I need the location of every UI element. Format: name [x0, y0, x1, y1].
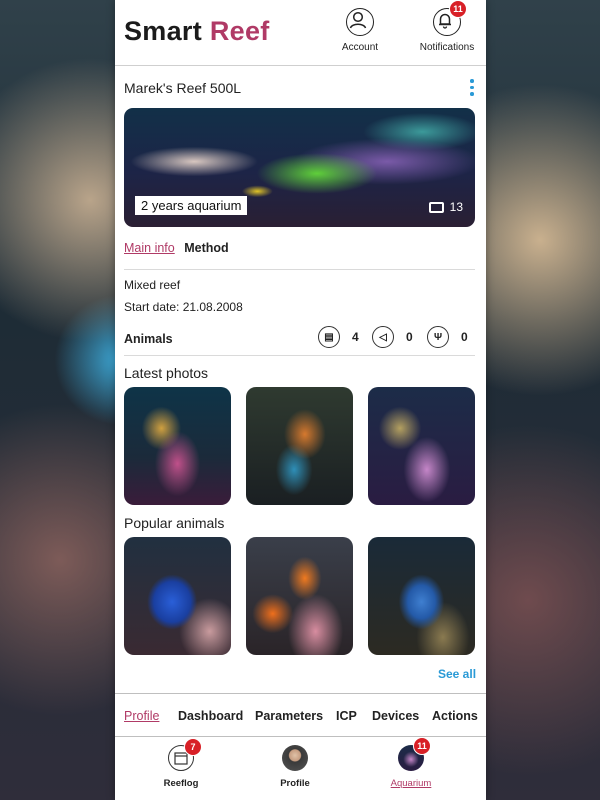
photo-count[interactable]: 13	[428, 200, 463, 214]
tab-actions[interactable]: Actions	[432, 709, 478, 723]
calendar-icon: 7	[168, 738, 202, 771]
aquarium-avatar: 11	[398, 737, 431, 771]
nav-aquarium-label: Aquarium	[390, 778, 432, 789]
notifications-button[interactable]: 11 Notifications	[412, 0, 482, 53]
nav-profile[interactable]: Profile	[260, 745, 330, 789]
popular-animal-3[interactable]	[368, 537, 475, 655]
animals-coral-stat[interactable]: ▤ 4	[318, 326, 359, 348]
hero-caption: 2 years aquarium	[135, 196, 248, 215]
bell-icon: 11	[433, 0, 467, 36]
section-tabs: Profile Dashboard Parameters ICP Devices…	[115, 693, 486, 737]
gallery-icon	[428, 201, 444, 213]
tab-dashboard[interactable]: Dashboard	[178, 709, 243, 723]
brand-accent-text: Reef	[209, 16, 270, 46]
aquarium-badge: 11	[413, 737, 431, 755]
app-logo: Smart Reef	[124, 16, 270, 47]
tab-parameters[interactable]: Parameters	[255, 709, 323, 723]
latest-photos-title: Latest photos	[124, 365, 209, 381]
account-button[interactable]: Account	[325, 8, 395, 53]
tab-icp[interactable]: ICP	[336, 709, 357, 723]
app-header: Smart Reef Account 11 Notifications	[115, 0, 486, 66]
nav-profile-label: Profile	[280, 778, 310, 789]
animals-fish-stat[interactable]: ◁ 0	[372, 326, 413, 348]
account-icon	[346, 8, 374, 36]
divider	[124, 355, 475, 356]
see-all-link[interactable]: See all	[438, 667, 476, 681]
tab-profile[interactable]: Profile	[124, 709, 159, 723]
reeflog-badge: 7	[184, 738, 202, 756]
tab-main-info[interactable]: Main info	[124, 241, 175, 255]
notifications-badge: 11	[449, 0, 467, 18]
plant-count: 0	[461, 330, 468, 344]
tab-method[interactable]: Method	[184, 241, 228, 255]
tank-type: Mixed reef	[124, 278, 181, 292]
plant-icon: Ψ	[427, 326, 449, 348]
tank-title: Marek's Reef 500L	[124, 80, 242, 96]
tab-devices[interactable]: Devices	[372, 709, 419, 723]
animals-plant-stat[interactable]: Ψ 0	[427, 326, 468, 348]
nav-aquarium[interactable]: 11 Aquarium	[376, 737, 446, 789]
info-tabs: Main info Method	[124, 241, 235, 255]
app-screen: Smart Reef Account 11 Notifications Mare…	[115, 0, 486, 800]
coral-icon: ▤	[318, 326, 340, 348]
fish-icon: ◁	[372, 326, 394, 348]
animals-label: Animals	[124, 332, 173, 346]
latest-photo-1[interactable]	[124, 387, 231, 505]
coral-count: 4	[352, 330, 359, 344]
photo-count-value: 13	[449, 200, 463, 214]
nav-reeflog-label: Reeflog	[163, 778, 199, 789]
notifications-label: Notifications	[419, 42, 475, 53]
divider	[124, 269, 475, 270]
popular-animal-2[interactable]	[246, 537, 353, 655]
nav-reeflog[interactable]: 7 Reeflog	[146, 738, 216, 789]
more-options-icon[interactable]	[470, 79, 474, 99]
popular-animal-1[interactable]	[124, 537, 231, 655]
tank-start-date: Start date: 21.08.2008	[124, 300, 243, 314]
latest-photo-2[interactable]	[246, 387, 353, 505]
bottom-navbar: 7 Reeflog Profile 11 Aquarium	[115, 737, 486, 800]
brand-main-text: Smart	[124, 16, 203, 46]
fish-count: 0	[406, 330, 413, 344]
account-label: Account	[341, 42, 379, 53]
aquarium-hero-image[interactable]: 2 years aquarium 13	[124, 108, 475, 227]
latest-photo-3[interactable]	[368, 387, 475, 505]
popular-animals-title: Popular animals	[124, 515, 225, 531]
avatar	[282, 745, 308, 771]
